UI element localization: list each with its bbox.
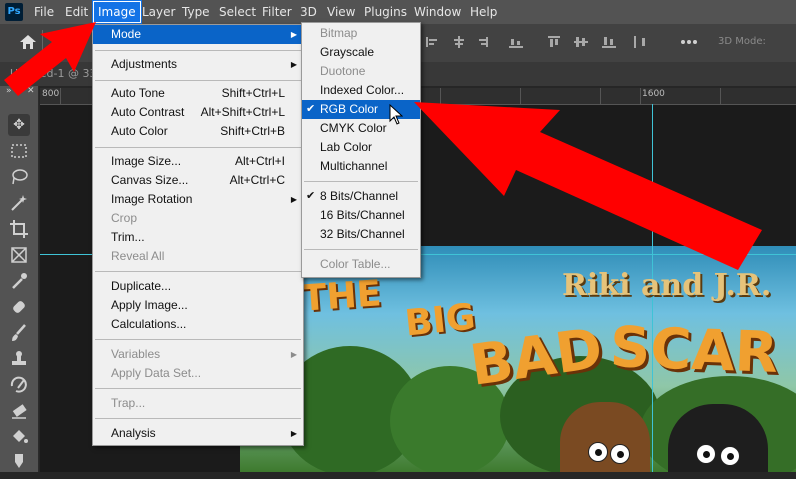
book-title-word: THE bbox=[300, 273, 383, 320]
history-brush-icon[interactable] bbox=[8, 374, 30, 396]
menu-separator bbox=[95, 80, 301, 81]
distribute-buttons[interactable] bbox=[546, 34, 656, 50]
menu-layer[interactable]: Layer bbox=[136, 0, 181, 24]
submenu-arrow-icon: ▶ bbox=[290, 30, 297, 39]
menu-select[interactable]: Select bbox=[213, 0, 262, 24]
menu-item-auto-tone[interactable]: Auto Tone Shift+Ctrl+L bbox=[93, 84, 303, 103]
submenu-arrow-icon: ▶ bbox=[290, 60, 297, 69]
menu-item-trap: Trap... bbox=[111, 396, 146, 410]
menu-item-calculations[interactable]: Calculations... bbox=[93, 315, 303, 334]
menu-item-duplicate[interactable]: Duplicate... bbox=[93, 277, 303, 296]
ruler-label: 1600 bbox=[642, 89, 665, 99]
menu-item-auto-color[interactable]: Auto Color Shift+Ctrl+B bbox=[93, 122, 303, 141]
menu-item-indexed-color[interactable]: Indexed Color... bbox=[302, 81, 420, 100]
menu-item-canvas-size[interactable]: Canvas Size... Alt+Ctrl+C bbox=[93, 171, 303, 190]
frame-tool-icon[interactable] bbox=[8, 244, 30, 266]
ruler-label: 800 bbox=[42, 89, 60, 99]
menu-item-16-bits[interactable]: 16 Bits/Channel bbox=[302, 206, 420, 225]
menu-item-8-bits[interactable]: ✔ 8 Bits/Channel bbox=[302, 187, 420, 206]
menu-item-mode[interactable]: Mode ▶ bbox=[93, 25, 303, 44]
magic-wand-icon[interactable] bbox=[8, 192, 30, 214]
ruler-tick bbox=[520, 88, 521, 104]
menu-filter[interactable]: Filter bbox=[256, 0, 298, 24]
menu-item-crop: Crop bbox=[111, 211, 138, 225]
menu-separator bbox=[95, 147, 301, 148]
crop-tool-icon[interactable] bbox=[8, 218, 30, 240]
smudge-icon[interactable] bbox=[8, 450, 30, 472]
menu-item-trim[interactable]: Trim... bbox=[93, 228, 303, 247]
menu-separator bbox=[95, 388, 301, 389]
eyedropper-icon[interactable] bbox=[8, 270, 30, 292]
close-panel-icon[interactable]: ✕ bbox=[27, 86, 35, 96]
ruler-tick bbox=[60, 88, 61, 104]
brush-tool-icon[interactable] bbox=[8, 322, 30, 344]
submenu-arrow-icon: ▶ bbox=[290, 350, 297, 359]
menu-item-image-size[interactable]: Image Size... Alt+Ctrl+I bbox=[93, 152, 303, 171]
menu-image[interactable]: Image bbox=[92, 0, 142, 24]
menu-window[interactable]: Window bbox=[408, 0, 467, 24]
menu-item-lab-color[interactable]: Lab Color bbox=[302, 138, 420, 157]
menu-item-bitmap: Bitmap bbox=[320, 26, 358, 40]
ruler-tick bbox=[720, 88, 721, 104]
collapse-panel-icon[interactable]: » bbox=[6, 86, 12, 96]
menu-item-auto-contrast[interactable]: Auto Contrast Alt+Shift+Ctrl+L bbox=[93, 103, 303, 122]
document-tab[interactable]: Untitled-1 @ 33 bbox=[0, 62, 100, 86]
menu-separator bbox=[304, 249, 418, 250]
menu-item-adjustments[interactable]: Adjustments ▶ bbox=[93, 55, 303, 74]
book-title-word: SCAR bbox=[608, 315, 779, 386]
lasso-tool-icon[interactable] bbox=[8, 166, 30, 188]
menu-separator bbox=[304, 181, 418, 182]
menu-item-image-rotation[interactable]: Image Rotation ▶ bbox=[93, 190, 303, 209]
menu-plugins[interactable]: Plugins bbox=[358, 0, 413, 24]
home-icon[interactable] bbox=[16, 32, 40, 52]
brown-horse-illustration bbox=[560, 402, 650, 472]
submenu-arrow-icon: ▶ bbox=[290, 195, 297, 204]
menu-item-apply-data-set: Apply Data Set... bbox=[111, 366, 202, 380]
ruler-tick bbox=[640, 88, 641, 104]
menu-item-multichannel[interactable]: Multichannel bbox=[302, 157, 420, 176]
menu-item-variables: Variables ▶ bbox=[93, 345, 303, 364]
mouse-cursor-icon bbox=[389, 103, 404, 126]
menu-item-grayscale[interactable]: Grayscale bbox=[302, 43, 420, 62]
paint-bucket-icon[interactable] bbox=[8, 426, 30, 448]
ruler-tick bbox=[600, 88, 601, 104]
menu-file[interactable]: File bbox=[28, 0, 60, 24]
menu-item-apply-image[interactable]: Apply Image... bbox=[93, 296, 303, 315]
menu-help[interactable]: Help bbox=[464, 0, 503, 24]
menu-separator bbox=[95, 271, 301, 272]
menu-type[interactable]: Type bbox=[176, 0, 216, 24]
menu-item-color-table: Color Table... bbox=[320, 257, 391, 271]
menu-item-duotone: Duotone bbox=[320, 64, 366, 78]
mode-submenu: Bitmap Grayscale Duotone Indexed Color..… bbox=[301, 22, 421, 278]
align-buttons[interactable] bbox=[424, 34, 534, 50]
move-tool-icon[interactable]: ✥ bbox=[8, 114, 30, 136]
submenu-arrow-icon: ▶ bbox=[290, 429, 297, 438]
options-divider bbox=[42, 30, 43, 54]
menu-separator bbox=[95, 50, 301, 51]
book-author-text: Riki and J.R. bbox=[562, 268, 772, 303]
healing-brush-icon[interactable] bbox=[8, 296, 30, 318]
marquee-tool-icon[interactable] bbox=[8, 140, 30, 162]
image-menu-dropdown: Mode ▶ Adjustments ▶ Auto Tone Shift+Ctrl+L… bbox=[92, 24, 304, 446]
checkmark-icon: ✔ bbox=[306, 103, 316, 115]
menu-separator bbox=[95, 418, 301, 419]
menu-item-reveal-all: Reveal All bbox=[111, 249, 165, 263]
ruler-tick bbox=[440, 88, 441, 104]
3d-mode-label: 3D Mode: bbox=[718, 36, 766, 47]
checkmark-icon: ✔ bbox=[306, 190, 316, 202]
menu-separator bbox=[95, 339, 301, 340]
menu-item-32-bits[interactable]: 32 Bits/Channel bbox=[302, 225, 420, 244]
eraser-icon[interactable] bbox=[8, 400, 30, 422]
menu-view[interactable]: View bbox=[321, 0, 361, 24]
menu-3d[interactable]: 3D bbox=[294, 0, 323, 24]
more-options-icon[interactable] bbox=[680, 34, 698, 50]
clone-stamp-icon[interactable] bbox=[8, 348, 30, 370]
menu-item-analysis[interactable]: Analysis ▶ bbox=[93, 424, 303, 443]
photoshop-logo: Ps bbox=[5, 3, 23, 21]
menu-edit[interactable]: Edit bbox=[59, 0, 94, 24]
